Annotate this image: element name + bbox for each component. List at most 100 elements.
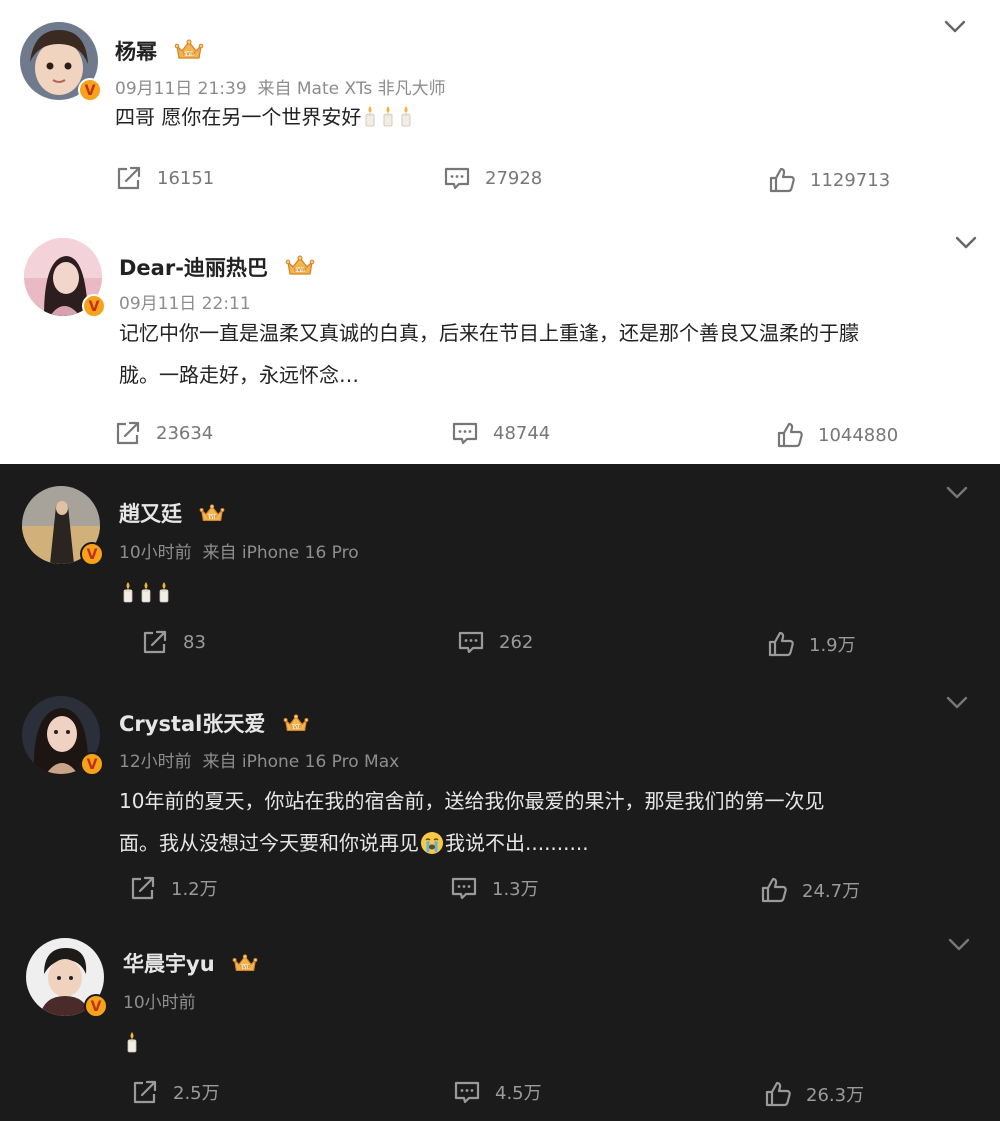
username-text[interactable]: 杨幂: [115, 40, 157, 64]
thumbs-up-icon: [760, 876, 788, 904]
repost-icon: [129, 874, 157, 902]
verified-badge: V: [82, 294, 106, 318]
comment-icon: [453, 1078, 481, 1106]
post-card: V 杨幂 09月11日 21:39 来自 Mate XTs 非凡大师 四哥 愿你…: [0, 0, 1000, 226]
repost-count: 1.2万: [171, 879, 218, 900]
crying-face-icon: [420, 831, 444, 855]
thumbs-up-icon: [768, 166, 796, 194]
chevron-down-icon[interactable]: [955, 236, 977, 250]
like-button[interactable]: 1129713: [768, 166, 890, 194]
comment-button[interactable]: 27928: [443, 164, 542, 192]
crown-icon: [232, 953, 258, 974]
post-source: 来自 iPhone 16 Pro: [202, 543, 359, 563]
crown-icon: [285, 254, 315, 278]
avatar[interactable]: V: [20, 22, 102, 102]
post-card: V Crystal张天爱 12小时前 来自 iPhone 16 Pro Max …: [0, 676, 1000, 916]
repost-button[interactable]: 1.2万: [129, 874, 218, 902]
username[interactable]: Dear-迪丽热巴: [119, 252, 315, 282]
candle-icon: [120, 581, 136, 603]
thumbs-up-icon: [767, 630, 795, 658]
candle-icon: [380, 105, 396, 127]
avatar[interactable]: V: [22, 486, 104, 566]
repost-icon: [141, 628, 169, 656]
candle-icon: [156, 581, 172, 603]
chevron-down-icon[interactable]: [946, 696, 968, 710]
candle-icon: [398, 105, 414, 127]
verified-badge: V: [78, 78, 102, 102]
username-text[interactable]: Dear-迪丽热巴: [119, 256, 268, 280]
comment-count: 262: [499, 631, 534, 653]
comment-button[interactable]: 1.3万: [450, 874, 539, 902]
comment-button[interactable]: 262: [457, 628, 533, 656]
comment-icon: [451, 419, 479, 447]
repost-count: 2.5万: [173, 1083, 220, 1104]
like-button[interactable]: 1044880: [776, 421, 898, 449]
username[interactable]: 华晨宇yu: [123, 948, 258, 978]
post-text: 四哥 愿你在另一个世界安好: [115, 105, 362, 129]
repost-count: 83: [183, 631, 206, 653]
comment-button[interactable]: 48744: [451, 419, 550, 447]
comment-icon: [457, 628, 485, 656]
username[interactable]: 趙又廷: [119, 498, 225, 528]
comment-icon: [450, 874, 478, 902]
candle-icon: [362, 105, 378, 127]
username-text[interactable]: 华晨宇yu: [123, 952, 215, 976]
comment-button[interactable]: 4.5万: [453, 1078, 542, 1106]
like-count: 1129713: [810, 169, 891, 191]
crown-icon: [199, 503, 225, 524]
post-meta: 10小时前 来自 iPhone 16 Pro: [119, 538, 359, 563]
avatar[interactable]: V: [22, 696, 104, 776]
post-time: 09月11日 22:11: [119, 294, 251, 314]
avatar[interactable]: V: [24, 238, 106, 318]
repost-button[interactable]: 23634: [114, 419, 213, 447]
username-text[interactable]: 趙又廷: [119, 502, 182, 526]
post-text-line: 胧。一路走好，永远怀念…: [119, 363, 359, 387]
username[interactable]: Crystal张天爱: [119, 708, 309, 738]
like-button[interactable]: 26.3万: [764, 1080, 864, 1108]
post-content: 记忆中你一直是温柔又真诚的白真，后来在节目上重逢，还是那个善良又温柔的于朦 胧。…: [119, 312, 969, 396]
comment-count: 4.5万: [495, 1083, 542, 1104]
post-time: 10小时前: [123, 993, 196, 1013]
like-count: 24.7万: [802, 881, 861, 902]
thumbs-up-icon: [776, 421, 804, 449]
comment-count: 27928: [485, 167, 543, 189]
post-source: 来自 iPhone 16 Pro Max: [202, 752, 400, 772]
thumbs-up-icon: [764, 1080, 792, 1108]
post-text-line: 记忆中你一直是温柔又真诚的白真，后来在节目上重逢，还是那个善良又温柔的于朦: [119, 321, 859, 345]
comment-count: 1.3万: [492, 879, 539, 900]
post-content: 四哥 愿你在另一个世界安好: [115, 96, 415, 138]
repost-button[interactable]: 2.5万: [131, 1078, 220, 1106]
like-button[interactable]: 24.7万: [760, 876, 860, 904]
post-card: V 华晨宇yu 10小时前 2.5万 4.5万 26.3万: [0, 916, 1000, 1121]
verified-badge: V: [80, 542, 104, 566]
username-text[interactable]: Crystal张天爱: [119, 712, 265, 736]
like-button[interactable]: 1.9万: [767, 630, 856, 658]
repost-button[interactable]: 83: [141, 628, 206, 656]
post-text-line: 10年前的夏天，你站在我的宿舍前，送给我你最爱的果汁，那是我们的第一次见: [119, 789, 825, 813]
post-text-segment: 面。我从没想过今天要和你说再见: [119, 831, 419, 855]
post-content: 10年前的夏天，你站在我的宿舍前，送给我你最爱的果汁，那是我们的第一次见 面。我…: [119, 780, 979, 864]
comment-count: 48744: [493, 422, 551, 444]
chevron-down-icon[interactable]: [944, 20, 966, 34]
chevron-down-icon[interactable]: [946, 486, 968, 500]
post-time: 12小时前: [119, 752, 192, 772]
comment-icon: [443, 164, 471, 192]
candle-icon: [138, 581, 154, 603]
like-count: 26.3万: [806, 1085, 865, 1106]
post-content: [123, 1022, 141, 1064]
post-content: [119, 572, 173, 614]
repost-button[interactable]: 16151: [115, 164, 214, 192]
repost-icon: [131, 1078, 159, 1106]
verified-badge: V: [80, 752, 104, 776]
post-meta: 10小时前: [123, 988, 196, 1013]
post-text-line: 面。我从没想过今天要和你说再见 我说不出..........: [119, 822, 979, 864]
crown-icon: [283, 713, 309, 734]
chevron-down-icon[interactable]: [948, 938, 970, 952]
candle-icon: [124, 1031, 140, 1053]
repost-icon: [114, 419, 142, 447]
username[interactable]: 杨幂: [115, 36, 204, 66]
verified-badge: V: [84, 994, 108, 1018]
avatar[interactable]: V: [26, 938, 108, 1018]
repost-count: 23634: [156, 422, 214, 444]
post-meta: 09月11日 22:11: [119, 289, 251, 314]
